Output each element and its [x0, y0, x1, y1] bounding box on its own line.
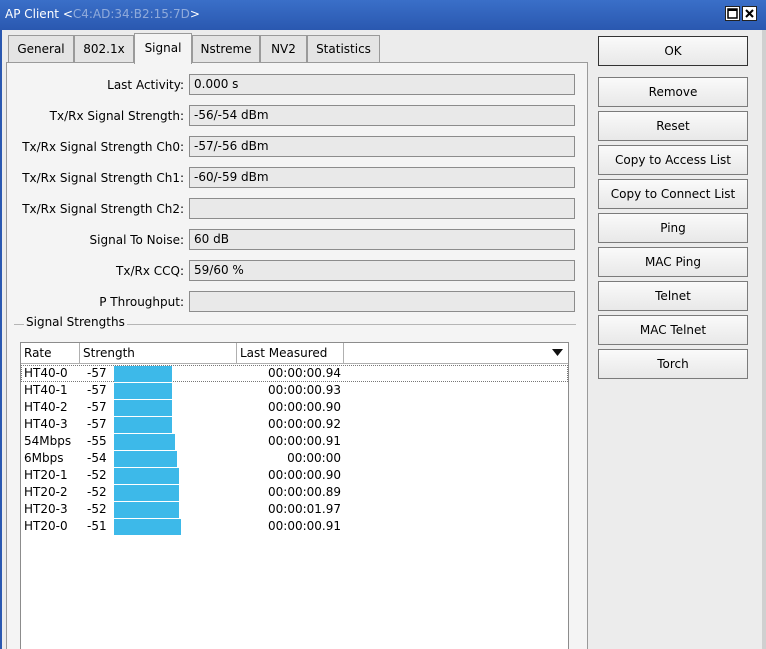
rate-cell: 6Mbps [24, 451, 64, 465]
table-row[interactable]: HT40-2 -57 00:00:00.90 [21, 399, 568, 416]
table-row[interactable]: HT40-3 -57 00:00:00.92 [21, 416, 568, 433]
last-measured-cell: 00:00:00.92 [268, 417, 341, 431]
strength-bar [114, 468, 179, 484]
window-border [762, 30, 766, 649]
strength-value: -52 [87, 468, 107, 482]
last-measured-cell: 00:00:00.91 [268, 434, 341, 448]
signal-strengths-table[interactable]: Rate Strength Last Measured HT40-0 -57 00:… [20, 342, 569, 649]
strength-bar [114, 366, 172, 382]
table-row[interactable]: HT40-0 -57 00:00:00.94 [21, 365, 568, 382]
window-border [0, 30, 2, 649]
column-header-rate[interactable]: Rate [21, 343, 80, 363]
strength-value: -57 [87, 383, 107, 397]
rate-cell: HT40-3 [24, 417, 68, 431]
copy-to-connect-list-button[interactable]: Copy to Connect List [598, 179, 748, 209]
remove-button[interactable]: Remove [598, 77, 748, 107]
mac-ping-button[interactable]: MAC Ping [598, 247, 748, 277]
rate-cell: HT40-2 [24, 400, 68, 414]
ok-button[interactable]: OK [598, 36, 748, 66]
window-titlebar[interactable]: AP Client <C4:AD:34:B2:15:7D> [0, 0, 766, 30]
rate-cell: HT40-1 [24, 383, 68, 397]
strength-bar [114, 485, 179, 501]
signal-strengths-title: Signal Strengths [24, 315, 127, 329]
table-row[interactable]: HT40-1 -57 00:00:00.93 [21, 382, 568, 399]
ping-button[interactable]: Ping [598, 213, 748, 243]
table-row[interactable]: HT20-2 -52 00:00:00.89 [21, 484, 568, 501]
strength-bar [114, 451, 177, 467]
table-row[interactable]: 54Mbps -55 00:00:00.91 [21, 433, 568, 450]
tab-general[interactable]: General [8, 35, 74, 62]
strength-value: -57 [87, 366, 107, 380]
strength-bar [114, 519, 181, 535]
table-row[interactable]: 6Mbps -54 00:00:00 [21, 450, 568, 467]
strength-value: -54 [87, 451, 107, 465]
tab-nv2[interactable]: NV2 [260, 35, 307, 62]
tab-802-1x[interactable]: 802.1x [74, 35, 134, 62]
maximize-icon[interactable] [725, 6, 740, 21]
column-menu-arrow-icon[interactable] [552, 349, 563, 357]
table-row[interactable]: HT20-1 -52 00:00:00.90 [21, 467, 568, 484]
column-header-strength[interactable]: Strength [80, 343, 237, 363]
last-measured-cell: 00:00:00.91 [268, 519, 341, 533]
last-measured-cell: 00:00:00.93 [268, 383, 341, 397]
last-measured-cell: 00:00:00.90 [268, 468, 341, 482]
strength-value: -52 [87, 502, 107, 516]
strength-bar [114, 502, 179, 518]
close-icon[interactable] [742, 6, 757, 21]
reset-button[interactable]: Reset [598, 111, 748, 141]
torch-button[interactable]: Torch [598, 349, 748, 379]
tab-signal[interactable]: Signal [134, 33, 192, 64]
strength-bar [114, 417, 172, 433]
strength-bar [114, 400, 172, 416]
rate-cell: HT40-0 [24, 366, 68, 380]
strength-value: -57 [87, 417, 107, 431]
strength-value: -52 [87, 485, 107, 499]
strength-value: -57 [87, 400, 107, 414]
table-row[interactable]: HT20-0 -51 00:00:00.91 [21, 518, 568, 535]
table-row[interactable]: HT20-3 -52 00:00:01.97 [21, 501, 568, 518]
column-header-last-measured[interactable]: Last Measured [237, 343, 344, 363]
rate-cell: HT20-3 [24, 502, 68, 516]
column-header-empty[interactable] [344, 343, 568, 363]
last-measured-cell: 00:00:00 [287, 451, 341, 465]
table-header: Rate Strength Last Measured [21, 343, 568, 364]
mac-telnet-button[interactable]: MAC Telnet [598, 315, 748, 345]
strength-value: -55 [87, 434, 107, 448]
tab-nstreme[interactable]: Nstreme [192, 35, 260, 62]
window-title: AP Client <C4:AD:34:B2:15:7D> [5, 7, 200, 21]
last-measured-cell: 00:00:00.89 [268, 485, 341, 499]
rate-cell: HT20-0 [24, 519, 68, 533]
strength-value: -51 [87, 519, 107, 533]
last-measured-cell: 00:00:00.90 [268, 400, 341, 414]
last-measured-cell: 00:00:01.97 [268, 502, 341, 516]
copy-to-access-list-button[interactable]: Copy to Access List [598, 145, 748, 175]
rate-cell: 54Mbps [24, 434, 72, 448]
telnet-button[interactable]: Telnet [598, 281, 748, 311]
strength-bar [114, 434, 175, 450]
rate-cell: HT20-1 [24, 468, 68, 482]
rate-cell: HT20-2 [24, 485, 68, 499]
last-measured-cell: 00:00:00.94 [268, 366, 341, 380]
strength-bar [114, 383, 172, 399]
tab-statistics[interactable]: Statistics [307, 35, 380, 62]
